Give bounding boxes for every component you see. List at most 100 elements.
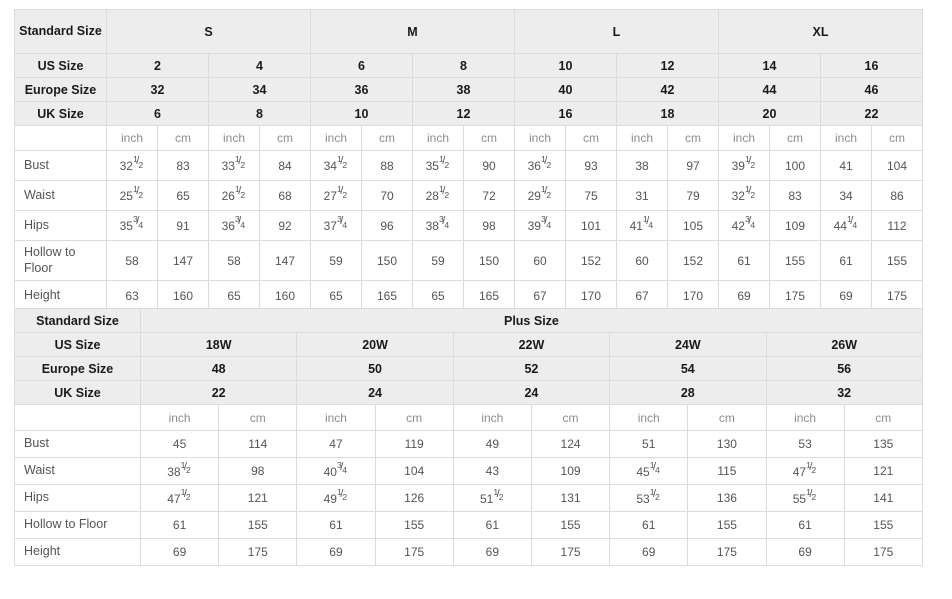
fraction: 3/4 — [336, 459, 348, 476]
plus-measurement-value: 51 1/2 — [452, 484, 532, 512]
measurement-value: 152 — [565, 240, 617, 281]
plus-measurement-value: 109 — [530, 457, 611, 485]
measurement-value: 92 — [259, 210, 311, 241]
measurement-value: 41 — [820, 150, 872, 181]
plus-measurement-label: Height — [14, 538, 141, 566]
measurement-value: 150 — [361, 240, 413, 281]
measurement-value: 28 1/2 — [412, 180, 464, 211]
spec-row-label: Europe Size — [14, 77, 107, 102]
plus-spec-row-label: US Size — [14, 332, 141, 357]
measurement-value: 38 — [616, 150, 668, 181]
size-group-xl: XL — [718, 9, 923, 54]
plus-measurement-value: 121 — [218, 484, 298, 512]
size-group-l: L — [514, 9, 719, 54]
plus-spec-value: 18W — [139, 332, 298, 357]
plus-spec-value: 24W — [609, 332, 767, 357]
plus-spec-value: 26W — [765, 332, 923, 357]
measurement-row: Height 63 160 65 160 65 165 65 165 67 170 67 170 69 17… — [14, 280, 923, 311]
standard-size-header: Standard Size — [14, 9, 107, 54]
measurement-value: 160 — [259, 280, 311, 311]
unit-label-inch: inch — [514, 125, 566, 151]
fraction: 1/2 — [132, 184, 144, 200]
plus-measurement-value: 135 — [843, 430, 923, 458]
plus-spec-value: 24 — [452, 380, 611, 405]
fraction: 3/4 — [438, 214, 450, 230]
measurement-value: 170 — [667, 280, 719, 311]
plus-measurement-value: 155 — [687, 511, 767, 539]
plus-measurement-value: 61 — [609, 511, 689, 539]
unit-row-blank — [14, 125, 107, 151]
measurement-value: 147 — [157, 240, 209, 281]
measurement-row: Hips 35 3/4 91 36 3/4 92 37 3/4 96 38 3/4 98 39 3/4 101… — [14, 210, 923, 241]
plus-spec-value: 28 — [609, 380, 767, 405]
fraction: 1/2 — [132, 154, 144, 170]
measurement-value: 39 3/4 — [514, 210, 566, 241]
unit-label-inch: inch — [412, 125, 464, 151]
plus-measurement-value: 61 — [296, 511, 376, 539]
measurement-value: 101 — [565, 210, 617, 241]
measurement-value: 67 — [616, 280, 668, 311]
plus-measurement-label: Hollow to Floor — [14, 511, 141, 539]
plus-measurement-value: 124 — [530, 430, 611, 458]
fraction: 1/2 — [438, 154, 450, 170]
plus-measurement-value: 175 — [687, 538, 767, 566]
measurement-value: 105 — [667, 210, 719, 241]
plus-standard-size-header: Standard Size — [14, 308, 141, 333]
fraction: 1/2 — [336, 486, 348, 503]
measurement-value: 100 — [769, 150, 821, 181]
unit-label-cm: cm — [157, 125, 209, 151]
plus-measurement-value: 155 — [218, 511, 298, 539]
measurement-row: Waist 25 1/2 65 26 1/2 68 27 1/2 70 28 1/2 72 29 1/2 75… — [14, 180, 923, 211]
measurement-value: 165 — [463, 280, 515, 311]
measurement-value: 84 — [259, 150, 311, 181]
plus-measurement-value: 155 — [843, 511, 923, 539]
measurement-value: 97 — [667, 150, 719, 181]
plus-spec-value: 32 — [765, 380, 923, 405]
fraction: 1/2 — [438, 184, 450, 200]
unit-label-inch: inch — [718, 125, 770, 151]
spec-value: 32 — [106, 77, 209, 102]
plus-measurement-value: 114 — [218, 430, 298, 458]
plus-measurement-label: Bust — [14, 430, 141, 458]
measurement-value: 98 — [463, 210, 515, 241]
spec-value: 34 — [208, 77, 311, 102]
measurement-value: 65 — [412, 280, 464, 311]
plus-spec-value: 22 — [139, 380, 298, 405]
fraction: 1/4 — [642, 214, 654, 230]
measurement-label: Bust — [14, 150, 107, 181]
fraction: 1/2 — [649, 486, 660, 503]
spec-value: 12 — [412, 101, 515, 126]
plus-spec-value: 54 — [609, 356, 767, 381]
plus-measurement-value: 119 — [374, 430, 454, 458]
spec-value: 46 — [820, 77, 923, 102]
measurement-value: 60 — [616, 240, 668, 281]
measurement-value: 34 1/2 — [310, 150, 362, 181]
plus-spec-value: 48 — [139, 356, 298, 381]
measurement-value: 86 — [871, 180, 923, 211]
plus-measurement-value: 175 — [374, 538, 454, 566]
standard-size-table: Standard Size S M L XL US Size 2 4 6 8 10 12 14 16 Eur… — [14, 9, 923, 311]
plus-measurement-value: 61 — [452, 511, 532, 539]
spec-value: 42 — [616, 77, 719, 102]
plus-unit-row: inch cm inch cm inch cm inch cm inch cm — [14, 404, 923, 431]
fraction: 1/4 — [846, 214, 858, 230]
measurement-value: 27 1/2 — [310, 180, 362, 211]
plus-size-table: Standard Size Plus Size US Size 18W 20W 22W 24… — [14, 308, 923, 566]
plus-measurement-row: Waist 38 1/2 98 40 3/4 104 43 109 45 1/4 115 47 1/2 12… — [14, 457, 923, 485]
spec-value: 8 — [412, 53, 515, 78]
plus-measurement-value: 69 — [139, 538, 220, 566]
measurement-value: 155 — [871, 240, 923, 281]
fraction: 1/2 — [234, 154, 246, 170]
plus-unit-label-cm: cm — [374, 404, 454, 431]
unit-label-cm: cm — [361, 125, 413, 151]
plus-measurement-value: 69 — [765, 538, 845, 566]
measurement-value: 91 — [157, 210, 209, 241]
plus-measurement-value: 49 1/2 — [296, 484, 376, 512]
unit-row: inch cm inch cm inch cm inch cm inch cm inch cm inch… — [14, 125, 923, 151]
size-chart-page: Standard Size S M L XL US Size 2 4 6 8 10 12 14 16 Eur… — [0, 0, 952, 599]
plus-unit-label-inch: inch — [296, 404, 376, 431]
plus-measurement-value: 45 1/4 — [609, 457, 689, 485]
plus-size-group-row: Standard Size Plus Size — [14, 308, 923, 333]
plus-measurement-value: 136 — [687, 484, 767, 512]
plus-measurement-value: 126 — [374, 484, 454, 512]
